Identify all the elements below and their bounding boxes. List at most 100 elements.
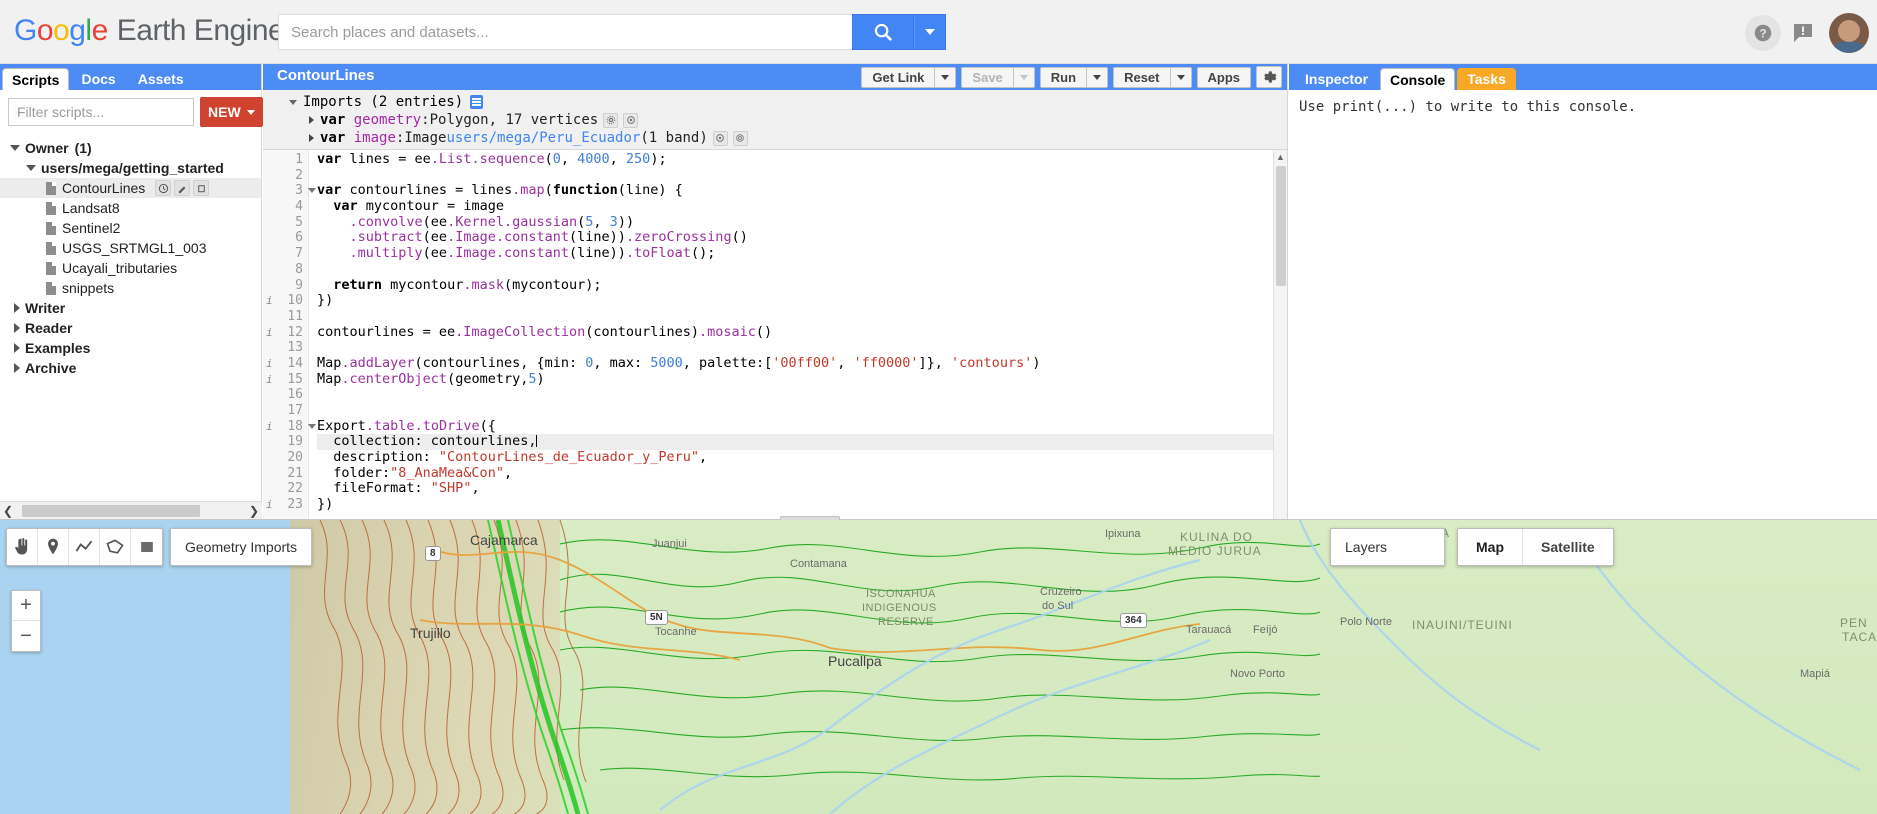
line-info-icon[interactable]: i [266,497,273,513]
line-info-icon[interactable]: i [266,419,273,435]
scrollbar-thumb[interactable] [1276,166,1286,286]
tab-console[interactable]: Console [1380,68,1456,90]
search-input[interactable] [278,14,852,50]
line-info-icon[interactable]: i [266,325,273,341]
code-line[interactable]: var lines = ee.List.sequence(0, 4000, 25… [317,151,1287,168]
gear-icon[interactable] [603,112,619,128]
code-line[interactable]: folder:"8_AnaMea&Con", [317,465,1287,482]
tree-item-usgs-srtmgl1-003[interactable]: USGS_SRTMGL1_003 [0,238,261,258]
tree-item-reader[interactable]: Reader [0,318,261,338]
editor-vertical-scrollbar[interactable]: ▲ ▼ [1273,150,1287,543]
reset-dropdown[interactable] [1169,66,1192,88]
map-type-map[interactable]: Map [1458,529,1522,565]
scroll-up-icon[interactable]: ▲ [1274,150,1287,164]
feedback-button[interactable] [1786,16,1820,50]
avatar[interactable] [1829,13,1869,53]
line-icon[interactable] [69,529,100,565]
map-type-satellite[interactable]: Satellite [1522,529,1613,565]
tree-item-getting-started[interactable]: users/mega/getting_started [0,158,261,178]
tree-item-ucayali-tributaries[interactable]: Ucayali_tributaries [0,258,261,278]
filter-scripts-input[interactable] [8,98,194,126]
scroll-left-icon[interactable]: ❮ [0,504,16,518]
code-line[interactable] [317,387,1287,403]
code-text[interactable]: var lines = ee.List.sequence(0, 4000, 25… [309,150,1287,543]
code-line[interactable]: }) [317,292,1287,309]
center-icon[interactable] [732,130,748,146]
get-link-button[interactable]: Get Link [861,66,935,88]
scroll-right-icon[interactable]: ❯ [246,504,262,518]
target-icon[interactable] [712,130,728,146]
tree-item-owner[interactable]: Owner (1) [0,138,261,158]
history-icon[interactable] [155,180,172,196]
imports-header[interactable]: Imports (2 entries) [263,93,1287,111]
geometry-imports-button[interactable]: Geometry Imports [170,528,313,566]
layers-button[interactable]: Layers [1330,528,1445,566]
code-line[interactable]: fileFormat: "SHP", [317,481,1287,497]
code-line[interactable]: Export.table.toDrive({ [317,418,1287,435]
tab-assets[interactable]: Assets [128,68,194,90]
tree-item-landsat8[interactable]: Landsat8 [0,198,261,218]
code-line[interactable] [317,309,1287,325]
tab-docs[interactable]: Docs [71,68,125,90]
polygon-icon[interactable] [100,529,131,565]
search-button[interactable] [852,14,914,50]
code-line[interactable]: contourlines = ee.ImageCollection(contou… [317,324,1287,341]
tree-item-archive[interactable]: Archive [0,358,261,378]
chevron-down-icon[interactable] [289,99,297,105]
tree-item-snippets[interactable]: snippets [0,278,261,298]
map-area[interactable]: Cajamarca Juanjui Contamana Ipixuna KULINA D… [0,520,1877,814]
code-line[interactable]: .convolve(ee.Kernel.gaussian(5, 3)) [317,214,1287,231]
delete-icon[interactable] [193,180,210,196]
chevron-right-icon[interactable] [309,116,314,124]
tab-inspector[interactable]: Inspector [1295,68,1378,90]
edit-icon[interactable] [174,180,191,196]
line-info-icon[interactable]: i [266,372,273,388]
code-line[interactable] [317,262,1287,278]
code-line[interactable]: return mycontour.mask(mycontour); [317,277,1287,294]
run-dropdown[interactable] [1086,66,1109,88]
import-entry-geometry[interactable]: var geometry : Polygon, 17 vertices [263,111,1287,129]
point-marker-icon[interactable] [38,529,69,565]
tab-tasks[interactable]: Tasks [1457,68,1516,90]
zoom-out-button[interactable]: − [12,621,40,651]
editor-settings-button[interactable] [1256,66,1282,88]
code-line[interactable]: var mycontour = image [317,198,1287,215]
code-line[interactable]: }) [317,496,1287,513]
chevron-right-icon[interactable] [309,134,314,142]
line-info-icon[interactable]: i [266,293,273,309]
scrollbar-thumb[interactable] [22,504,200,517]
tree-item-contourlines[interactable]: ContourLines [0,178,261,198]
code-line[interactable]: .subtract(ee.Image.constant(line)).zeroC… [317,230,1287,246]
code-line[interactable]: var contourlines = lines.map(function(li… [317,183,1287,199]
code-line[interactable]: Map.addLayer(contourlines, {min: 0, max:… [317,355,1287,372]
code-line[interactable] [317,340,1287,356]
save-dropdown[interactable] [1012,66,1035,88]
code-line[interactable]: description: "ContourLines_de_Ecuador_y_… [317,449,1287,466]
tab-scripts[interactable]: Scripts [2,68,70,90]
help-button[interactable]: ? [1745,15,1781,51]
left-panel-horizontal-scrollbar[interactable]: ❮ ❯ [0,501,262,519]
scrollbar-track[interactable] [16,504,246,517]
zoom-in-button[interactable]: + [12,591,40,621]
tree-item-examples[interactable]: Examples [0,338,261,358]
code-line[interactable]: collection: contourlines, [317,434,1287,451]
line-info-icon[interactable]: i [266,356,273,372]
get-link-dropdown[interactable] [934,66,957,88]
tree-item-sentinel2[interactable]: Sentinel2 [0,218,261,238]
pan-hand-icon[interactable] [7,529,38,565]
code-line[interactable] [317,168,1287,184]
app-logo[interactable]: Google Earth Engine [14,14,285,48]
rectangle-icon[interactable] [131,529,162,565]
search-options-button[interactable] [914,14,946,50]
imports-list-icon[interactable] [470,95,484,109]
target-icon[interactable] [623,112,639,128]
code-line[interactable] [317,403,1287,419]
new-script-button[interactable]: NEW [200,97,263,127]
run-button[interactable]: Run [1039,66,1087,88]
reset-button[interactable]: Reset [1113,66,1170,88]
code-line[interactable]: Map.centerObject(geometry,5) [317,371,1287,388]
tree-item-writer[interactable]: Writer [0,298,261,318]
import-entry-image[interactable]: var image : Image users/mega/Peru_Ecuado… [263,129,1287,147]
code-line[interactable]: .multiply(ee.Image.constant(line)).toFlo… [317,245,1287,262]
apps-button[interactable]: Apps [1196,66,1251,88]
